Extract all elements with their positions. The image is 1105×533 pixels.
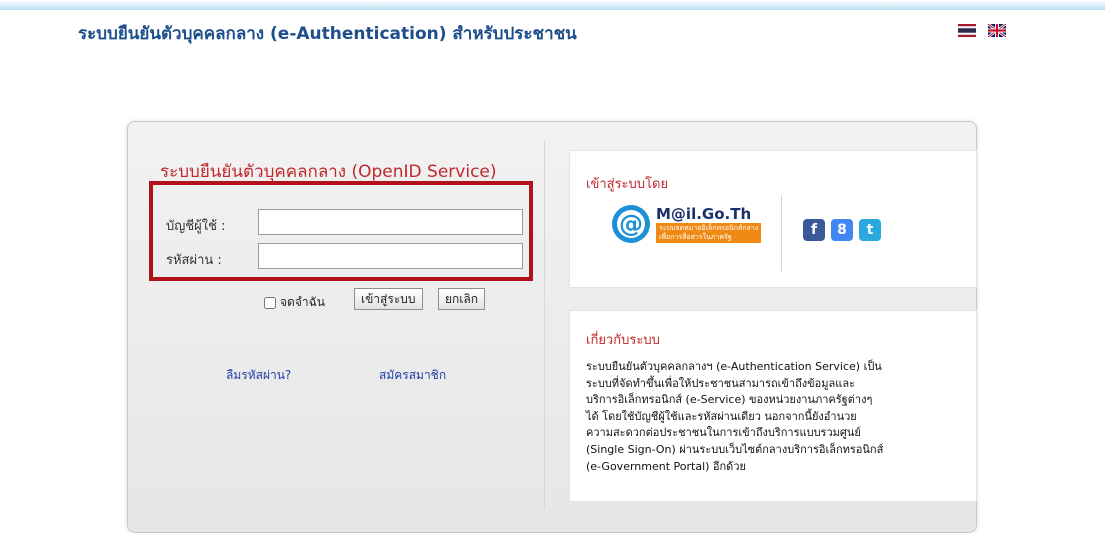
about-box: เกี่ยวกับระบบ ระบบยืนยันตัวบุคคลกลางฯ (e… <box>569 310 977 502</box>
about-description: ระบบยืนยันตัวบุคคลกลางฯ (e-Authenticatio… <box>586 359 936 475</box>
sso-box: เข้าสู่ระบบโดย @ M@il.Go.Th ระบบจดหมายอิ… <box>569 150 977 288</box>
at-sign-icon: @ <box>612 205 650 243</box>
sso-title: เข้าสู่ระบบโดย <box>586 177 669 192</box>
about-line: บริการอิเล็กทรอนิกส์ (e-Service) ของหน่ว… <box>586 393 873 407</box>
language-switcher <box>958 24 1006 37</box>
username-input[interactable] <box>258 209 523 235</box>
mail-tagline: ระบบจดหมายอิเล็กทรอนิกส์กลาง เพื่อการสื่… <box>656 222 762 243</box>
username-label: บัญชีผู้ใช้ : <box>166 219 226 234</box>
forgot-password-link[interactable]: ลืมรหัสผ่าน? <box>226 366 291 385</box>
social-login-icons: f 8 t <box>803 219 881 241</box>
mail-go-th-text: M@il.Go.Th ระบบจดหมายอิเล็กทรอนิกส์กลาง … <box>656 204 762 243</box>
about-line: ระบบยืนยันตัวบุคคลกลางฯ (e-Authenticatio… <box>586 360 882 373</box>
about-line: (Single Sign-On) ผ่านระบบเว็บไซต์กลางบริ… <box>586 442 884 456</box>
sso-separator <box>781 195 782 271</box>
remember-me[interactable]: จดจำฉัน <box>264 293 325 312</box>
password-input[interactable] <box>258 243 523 269</box>
mail-tagline-line: เพื่อการสื่อสารในภาครัฐ <box>659 232 732 241</box>
mail-brand: M@il.Go.Th <box>656 204 752 223</box>
password-label: รหัสผ่าน : <box>166 253 222 268</box>
facebook-icon[interactable]: f <box>803 219 825 241</box>
login-panel: ระบบยืนยันตัวบุคคลกลาง (OpenID Service) … <box>127 121 977 533</box>
about-line: (e-Government Portal) อีกด้วย <box>586 459 746 473</box>
remember-me-label: จดจำฉัน <box>280 295 325 309</box>
about-title: เกี่ยวกับระบบ <box>586 333 660 348</box>
about-line: ได้ โดยใช้บัญชีผู้ใช้และรหัสผ่านเดียว นอ… <box>586 409 857 423</box>
register-link[interactable]: สมัครสมาชิก <box>379 366 446 385</box>
page-title: ระบบยืนยันตัวบุคคลกลาง (e-Authentication… <box>78 24 577 44</box>
about-line: ความสะดวกต่อประชาชนในการเข้าถึงบริการแบบ… <box>586 426 861 440</box>
svg-text:@: @ <box>619 210 643 238</box>
google-icon[interactable]: 8 <box>831 219 853 241</box>
twitter-icon[interactable]: t <box>859 219 881 241</box>
cancel-button[interactable]: ยกเลิก <box>438 288 486 310</box>
login-button[interactable]: เข้าสู่ระบบ <box>354 288 423 310</box>
mail-go-th-login[interactable]: @ M@il.Go.Th ระบบจดหมายอิเล็กทรอนิกส์กลา… <box>610 203 762 245</box>
mail-tagline-line: ระบบจดหมายอิเล็กทรอนิกส์กลาง <box>659 223 759 232</box>
panel-divider <box>544 140 545 510</box>
thailand-flag-icon[interactable] <box>958 24 976 37</box>
top-gradient-bar <box>0 0 1105 10</box>
uk-flag-icon[interactable] <box>988 24 1006 37</box>
about-line: ระบบที่จัดทำขึ้นเพื่อให้ประชาชนสามารถเข้… <box>586 376 855 390</box>
remember-me-checkbox[interactable] <box>264 296 276 309</box>
